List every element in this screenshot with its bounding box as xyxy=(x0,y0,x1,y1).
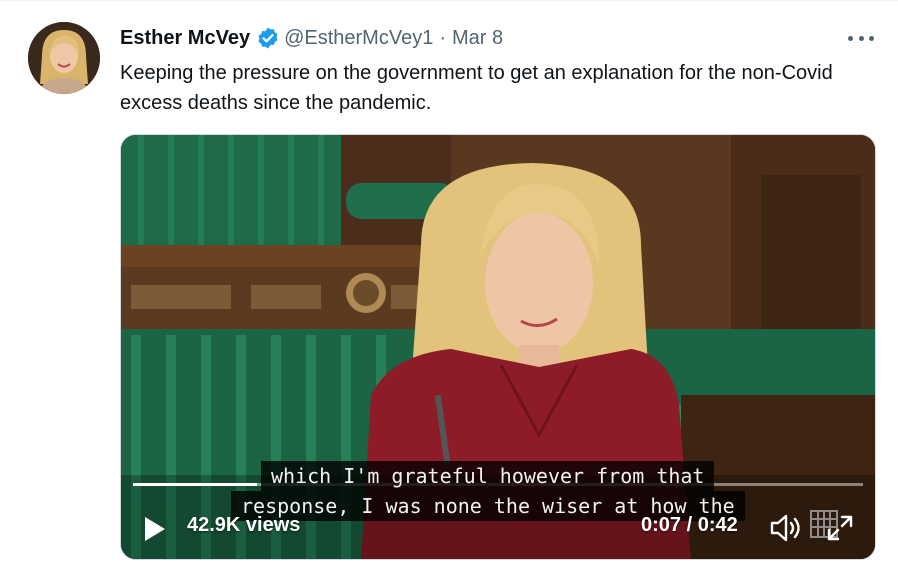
video-player[interactable]: which I'm grateful however from that res… xyxy=(120,134,876,560)
more-options-icon[interactable] xyxy=(848,26,874,50)
tweet-card[interactable]: Esther McVey @EstherMcVey1 · Mar 8 Keepi… xyxy=(0,0,898,581)
divider xyxy=(0,0,898,1)
progress-fill xyxy=(133,483,258,486)
author-handle[interactable]: @EstherMcVey1 xyxy=(284,27,433,50)
video-time: 0:07 / 0:42 xyxy=(641,514,738,536)
play-icon[interactable] xyxy=(143,515,167,543)
separator: · xyxy=(439,26,446,49)
tweet-date[interactable]: Mar 8 xyxy=(452,27,503,50)
author-name[interactable]: Esther McVey xyxy=(120,27,250,50)
avatar-photo xyxy=(28,22,100,94)
subtitle-line-1: which I'm grateful however from that xyxy=(261,461,715,491)
avatar[interactable] xyxy=(28,22,100,94)
tweet-header: Esther McVey @EstherMcVey1 · Mar 8 xyxy=(120,24,503,52)
volume-icon[interactable] xyxy=(769,513,803,543)
view-count: 42.9K views xyxy=(187,514,301,536)
expand-icon[interactable] xyxy=(825,513,855,543)
tweet-text: Keeping the pressure on the government t… xyxy=(120,62,833,114)
verified-badge-icon xyxy=(256,26,280,50)
